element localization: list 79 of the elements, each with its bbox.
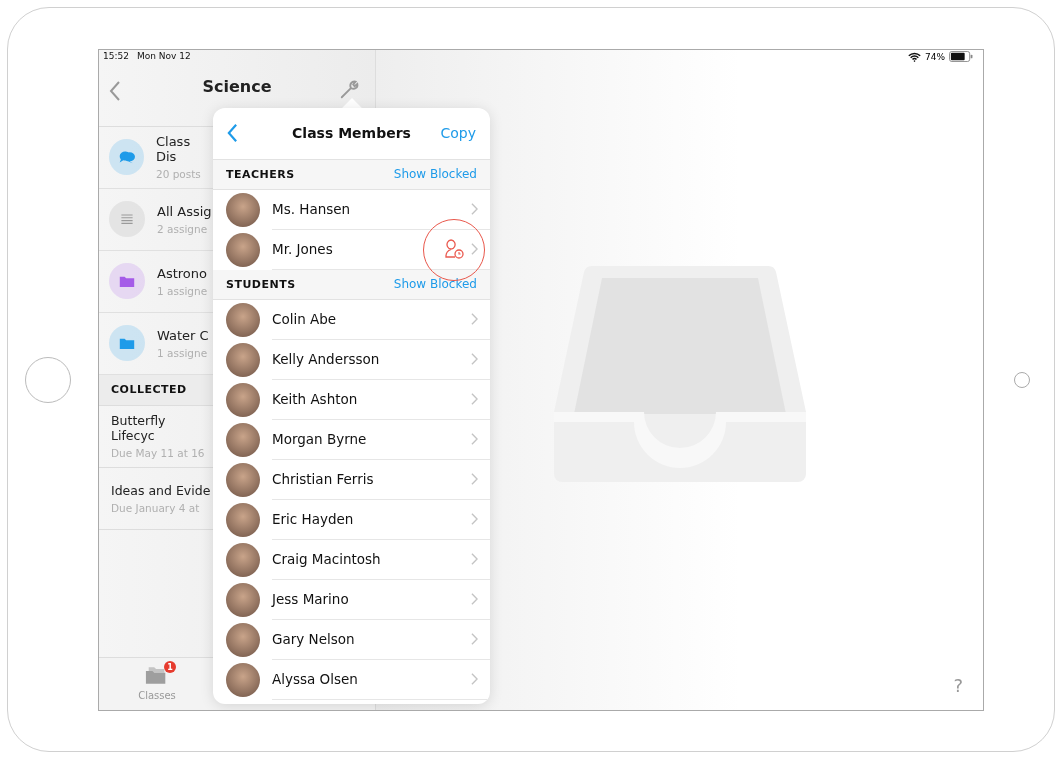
member-name: Ms. Hansen: [272, 201, 351, 217]
folder-icon: [119, 274, 135, 288]
sidebar-item[interactable]: Water C 1 assigne: [99, 312, 213, 375]
chevron-right-icon: [471, 203, 478, 215]
member-row[interactable]: Eric Hayden: [213, 499, 490, 540]
popover-title: Class Members: [292, 125, 411, 141]
wifi-icon: [908, 51, 921, 62]
battery-percent: 74%: [925, 51, 945, 62]
avatar: [226, 422, 260, 457]
status-time: 15:52: [103, 50, 129, 63]
chevron-right-icon: [471, 353, 478, 365]
member-row[interactable]: Mr. Jones: [213, 229, 490, 270]
member-row[interactable]: Morgan Byrne: [213, 419, 490, 460]
chevron-right-icon: [471, 593, 478, 605]
chevron-right-icon: [471, 433, 478, 445]
sidebar-title: Science: [202, 76, 272, 96]
chevron-right-icon: [471, 313, 478, 325]
sidebar-item[interactable]: All Assig 2 assigne: [99, 188, 213, 251]
chevron-right-icon: [471, 393, 478, 405]
item-subtitle: Due May 11 at 16: [111, 447, 206, 459]
member-name: Craig Macintosh: [272, 551, 381, 567]
member-name: Keith Ashton: [272, 391, 358, 407]
avatar: [226, 622, 260, 657]
chevron-right-icon: [471, 673, 478, 685]
member-name: Mr. Jones: [272, 241, 333, 257]
sidebar-item[interactable]: Class Dis 20 posts: [99, 126, 213, 189]
item-title: Butterfly Lifecyc: [111, 413, 167, 443]
status-date: Mon Nov 12: [136, 50, 191, 63]
member-row[interactable]: Craig Macintosh: [213, 539, 490, 580]
member-row[interactable]: Jess Marino: [213, 579, 490, 620]
list-lines-icon: [119, 211, 135, 227]
chevron-right-icon: [471, 633, 478, 645]
avatar: [226, 662, 260, 697]
avatar: [226, 232, 260, 267]
member-name: Alyssa Olsen: [272, 671, 358, 687]
item-subtitle: 1 assigne: [157, 284, 208, 297]
member-row[interactable]: Alyssa Olsen: [213, 659, 490, 700]
member-row[interactable]: Gary Nelson: [213, 619, 490, 660]
avatar: [226, 192, 260, 227]
classes-tab[interactable]: 1 Classes: [99, 657, 215, 710]
back-icon[interactable]: [109, 79, 121, 102]
member-name: Kelly Andersson: [272, 351, 380, 367]
item-subtitle: Due January 4 at: [111, 501, 201, 514]
avatar: [226, 542, 260, 577]
chevron-right-icon: [471, 513, 478, 525]
member-name: Christian Ferris: [272, 471, 374, 487]
avatar: [226, 302, 260, 337]
item-title: Water C: [157, 327, 209, 343]
notification-badge: 1: [164, 661, 176, 673]
member-name: Eric Hayden: [272, 511, 354, 527]
avatar: [226, 382, 260, 417]
member-row[interactable]: Ms. Hansen: [213, 189, 490, 230]
avatar: [226, 462, 260, 497]
avatar: [226, 582, 260, 617]
member-name: Colin Abe: [272, 311, 337, 327]
member-name: Gary Nelson: [272, 631, 355, 647]
chevron-right-icon: [471, 473, 478, 485]
chevron-right-icon: [471, 553, 478, 565]
chevron-right-icon: [471, 243, 478, 255]
battery-icon: [949, 51, 973, 62]
item-subtitle: 2 assigne: [157, 222, 209, 235]
folder-icon: [119, 336, 135, 350]
item-title: Class Dis: [155, 134, 192, 164]
member-name: Jess Marino: [272, 591, 349, 607]
item-subtitle: 20 posts: [155, 168, 202, 180]
member-row[interactable]: Colin Abe: [213, 299, 490, 340]
item-title: All Assig: [157, 203, 212, 219]
back-icon[interactable]: [227, 123, 238, 143]
section-header: TEACHERS: [226, 167, 295, 181]
member-row[interactable]: Christian Ferris: [213, 459, 490, 500]
item-subtitle: 1 assigne: [157, 346, 209, 359]
avatar: [226, 342, 260, 377]
avatar: [226, 502, 260, 537]
item-title: Ideas and Evide: [111, 482, 212, 498]
sidebar-item[interactable]: Astrono 1 assigne: [99, 250, 213, 313]
section-header: STUDENTS: [226, 277, 296, 291]
member-name: Morgan Byrne: [272, 431, 367, 447]
tab-label: Classes: [138, 690, 176, 701]
item-title: Astrono: [157, 265, 208, 281]
